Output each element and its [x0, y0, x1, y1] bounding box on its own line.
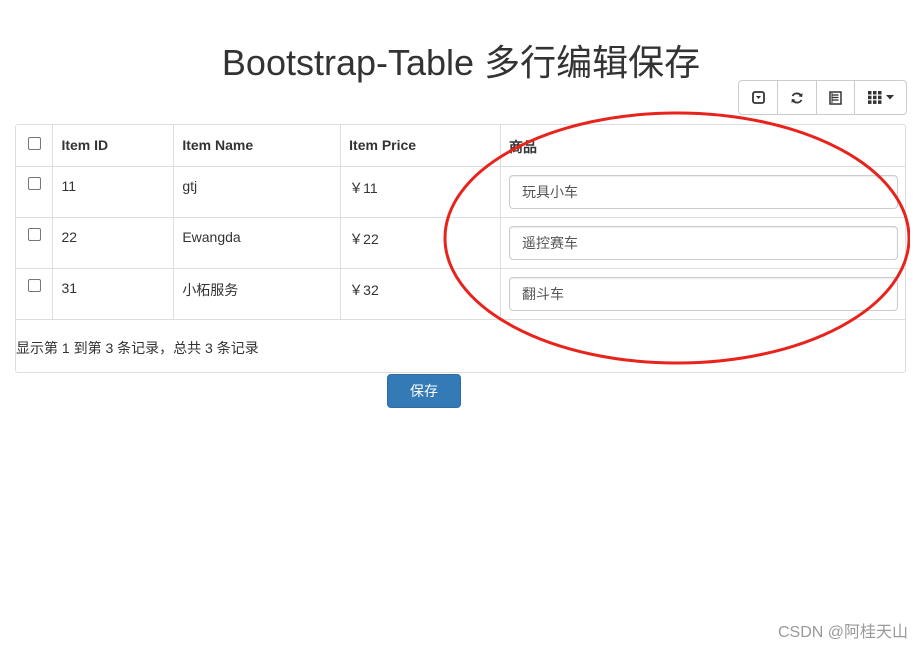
table-row: 22 Ewangda ￥22: [16, 217, 906, 269]
toggle-view-button[interactable]: [817, 81, 855, 114]
toggle-collapse-icon: [751, 91, 765, 104]
cell-item-price: ￥32: [340, 268, 501, 320]
row-checkbox[interactable]: [27, 176, 41, 190]
header-goods[interactable]: 商品: [500, 125, 906, 167]
cell-item-price: ￥11: [340, 166, 501, 218]
toggle-collapse-button[interactable]: [739, 81, 778, 114]
cell-item-name: 小柘服务: [173, 268, 342, 320]
header-select-all[interactable]: [16, 125, 54, 167]
cell-item-name: gtj: [173, 166, 342, 218]
row-checkbox[interactable]: [27, 227, 41, 241]
header-item-name[interactable]: Item Name: [173, 125, 342, 167]
toggle-view-icon: [829, 90, 842, 105]
data-table-container: Item ID Item Name Item Price 商品 11 gtj ￥…: [15, 124, 906, 373]
goods-input[interactable]: [509, 276, 898, 311]
pagination-info: 显示第 1 到第 3 条记录，总共 3 条记录: [16, 340, 259, 356]
save-button[interactable]: 保存: [387, 374, 461, 408]
goods-input[interactable]: [509, 225, 898, 260]
header-item-price[interactable]: Item Price: [340, 125, 501, 167]
header-item-id[interactable]: Item ID: [52, 125, 175, 167]
page-title: Bootstrap-Table 多行编辑保存: [221, 42, 701, 84]
table-header-row: Item ID Item Name Item Price 商品: [16, 125, 906, 167]
table-toolbar: [738, 80, 907, 115]
table-row: 31 小柘服务 ￥32: [16, 268, 906, 320]
cell-item-id: 31: [52, 268, 175, 320]
cell-item-price: ￥22: [340, 217, 501, 269]
watermark: CSDN @阿桂天山: [777, 624, 908, 641]
refresh-icon: [790, 91, 804, 105]
row-checkbox[interactable]: [27, 278, 41, 292]
columns-dropdown-button[interactable]: [855, 81, 906, 114]
refresh-button[interactable]: [778, 81, 817, 114]
cell-item-id: 22: [52, 217, 175, 269]
table-row: 11 gtj ￥11: [16, 166, 906, 218]
cell-item-id: 11: [52, 166, 175, 218]
cell-item-name: Ewangda: [173, 217, 342, 269]
goods-input[interactable]: [509, 174, 898, 209]
data-table: Item ID Item Name Item Price 商品 11 gtj ￥…: [16, 125, 906, 320]
columns-grid-icon: [867, 91, 882, 104]
select-all-checkbox[interactable]: [27, 137, 41, 150]
caret-down-icon: [885, 95, 894, 100]
